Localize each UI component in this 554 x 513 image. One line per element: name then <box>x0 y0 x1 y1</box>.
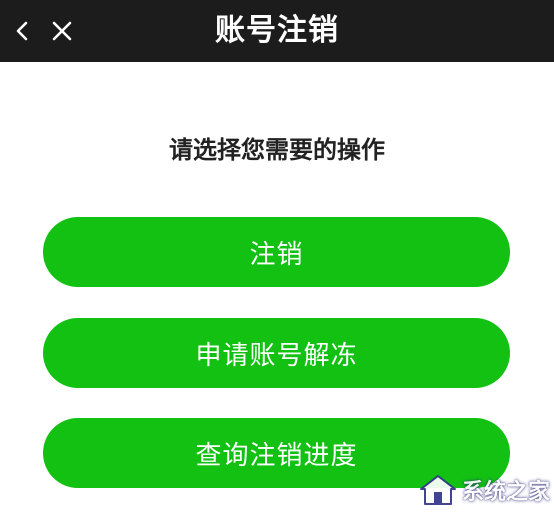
apply-unfreeze-button[interactable]: 申请账号解冻 <box>43 318 510 388</box>
watermark: 系统之家 <box>418 473 550 507</box>
operation-prompt: 请选择您需要的操作 <box>169 136 385 164</box>
deregister-button-label: 注销 <box>249 239 304 270</box>
page-title: 账号注销 <box>215 13 339 48</box>
watermark-text: 系统之家 <box>461 480 550 505</box>
deregister-button[interactable]: 注销 <box>43 217 510 287</box>
house-logo-icon <box>419 475 456 505</box>
top-bar: 账号注销 <box>0 0 554 62</box>
apply-unfreeze-button-label: 申请账号解冻 <box>195 340 358 371</box>
query-progress-button-label: 查询注销进度 <box>195 440 358 471</box>
